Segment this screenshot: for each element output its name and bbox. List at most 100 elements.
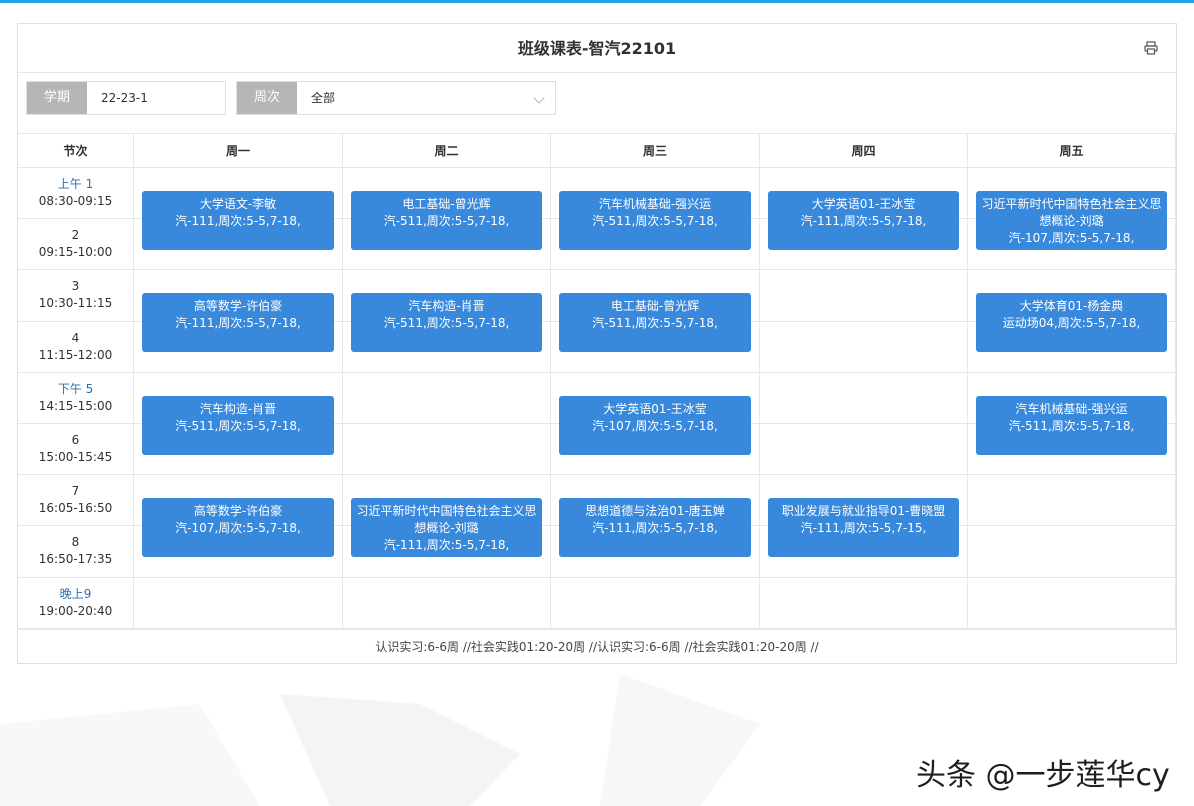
course-card[interactable]: 汽车机械基础-强兴运 汽-511,周次:5-5,7-18, bbox=[976, 395, 1167, 455]
course-name: 想概论-刘璐 bbox=[414, 521, 479, 536]
period-time: 16:50-17:35 bbox=[38, 552, 113, 567]
period-num: 7 bbox=[71, 484, 80, 499]
course-location: 汽-511,周次:5-5,7-18, bbox=[592, 214, 718, 228]
course-name: 职业发展与就业指导01-曹晓盟 bbox=[781, 504, 946, 519]
grid-line bbox=[1175, 168, 1176, 629]
period-number: 晚上9 bbox=[18, 586, 133, 603]
course-name: 大学英语01-王冰莹 bbox=[811, 197, 916, 211]
course-card[interactable]: 大学语文-李敏汽-111,周次:5-5,7-18, bbox=[142, 191, 334, 250]
course-card[interactable]: 大学英语01-王冰莹 汽-107,周次:5-5,7-18, bbox=[559, 395, 751, 455]
course-name: 习近平新时代中国特色社会主义思 bbox=[356, 504, 537, 519]
schedule-header: 班级课表-智汽22101 bbox=[18, 24, 1176, 73]
week-select[interactable]: 全部 bbox=[297, 82, 555, 114]
course-location: 汽-111,周次:5-5,7-18, bbox=[175, 214, 301, 228]
schedule-panel: 班级课表-智汽22101 学期 22-23-1 周次 全部 节次 周一 周二 周三 周四… bbox=[17, 23, 1177, 664]
course-location: 汽-511,周次:5-5,7-18, bbox=[1008, 418, 1135, 433]
filter-bar: 学期 22-23-1 周次 全部 bbox=[18, 73, 1176, 134]
period-time: 19:00-20:40 bbox=[38, 603, 113, 618]
term-filter[interactable]: 学期 22-23-1 bbox=[26, 81, 226, 115]
course-location: 汽-511,周次:5-5,7-18, bbox=[383, 214, 510, 228]
course-location: 汽-111,周次:5-5,7-15, bbox=[800, 521, 927, 536]
column-header-day: 周四 bbox=[760, 134, 968, 168]
course-card[interactable]: 大学英语01-王冰莹 汽-111,周次:5-5,7-18, bbox=[768, 191, 959, 250]
grid-line bbox=[134, 474, 1176, 476]
week-select-value: 全部 bbox=[311, 91, 336, 105]
period-num: 5 bbox=[81, 381, 94, 396]
course-card[interactable]: 大学体育01-杨金典 运动场04,周次:5-5,7-18, bbox=[976, 293, 1167, 353]
grid-line bbox=[550, 168, 551, 629]
course-name: 大学英语01-王冰莹 bbox=[603, 401, 707, 416]
course-card[interactable]: 高等数学-许伯豪汽-111,周次:5-5,7-18, bbox=[142, 293, 334, 353]
column-header-day: 周三 bbox=[551, 134, 760, 168]
period-number: 8 bbox=[18, 534, 133, 551]
period-num: 3 bbox=[71, 279, 80, 294]
course-location: 汽-511,周次:5-5,7-18, bbox=[383, 316, 510, 331]
period-time: 09:15-10:00 bbox=[38, 245, 113, 260]
course-name: 电工基础-曾光辉 bbox=[610, 299, 700, 314]
top-accent-bar bbox=[0, 0, 1194, 3]
course-card[interactable]: 电工基础-曾光辉汽-511,周次:5-5,7-18, bbox=[351, 191, 542, 250]
course-card[interactable]: 汽车机械基础-强兴运 汽-511,周次:5-5,7-18, bbox=[559, 191, 751, 250]
period-time: 08:30-09:15 bbox=[38, 194, 113, 208]
course-location: 汽-111,周次:5-5,7-18, bbox=[800, 214, 927, 228]
week-filter[interactable]: 周次 全部 bbox=[236, 81, 556, 115]
period-time: 16:05-16:50 bbox=[38, 501, 113, 516]
course-location: 汽-107,周次:5-5,7-18, bbox=[175, 521, 301, 536]
period-num: 6 bbox=[71, 433, 80, 447]
course-name: 大学语文-李敏 bbox=[199, 197, 277, 211]
column-header-period: 节次 bbox=[18, 134, 134, 168]
course-location: 汽-107,周次:5-5,7-18, bbox=[1008, 231, 1135, 245]
course-name: 汽车机械基础-强兴运 bbox=[598, 197, 712, 211]
course-card[interactable]: 电工基础-曾光辉汽-511,周次:5-5,7-18, bbox=[559, 293, 751, 353]
period-cell: 3 10:30-11:15 bbox=[18, 270, 134, 322]
course-name: 高等数学-许伯豪 bbox=[193, 504, 283, 519]
grid-line bbox=[967, 168, 968, 629]
course-location: 汽-511,周次:5-5,7-18, bbox=[592, 316, 718, 331]
course-location: 汽-107,周次:5-5,7-18, bbox=[592, 418, 718, 433]
period-number: 4 bbox=[18, 330, 133, 347]
period-number: 6 bbox=[18, 432, 133, 449]
print-icon[interactable] bbox=[1144, 41, 1158, 55]
course-name: 习近平新时代中国特色社会主义思 bbox=[981, 197, 1162, 211]
period-cell: 上午 1 08:30-09:15 bbox=[18, 168, 134, 220]
course-card[interactable]: 习近平新时代中国特色社会主义思 想概论-刘璐 汽-111,周次:5-5,7-18, bbox=[351, 498, 542, 558]
period-prefix: 下午 bbox=[57, 381, 82, 396]
period-cell: 4 11:15-12:00 bbox=[18, 321, 134, 373]
course-card[interactable]: 汽车构造-肖晋 汽-511,周次:5-5,7-18, bbox=[351, 293, 542, 353]
period-prefix: 晚上 bbox=[59, 586, 84, 601]
week-label: 周次 bbox=[237, 82, 297, 114]
course-name: 电工基础-曾光辉 bbox=[402, 197, 491, 211]
course-card[interactable]: 高等数学-许伯豪汽-107,周次:5-5,7-18, bbox=[142, 498, 334, 558]
course-name: 汽车构造-肖晋 bbox=[199, 401, 277, 416]
grid-line bbox=[759, 168, 760, 629]
course-card[interactable]: 职业发展与就业指导01-曹晓盟 汽-111,周次:5-5,7-15, bbox=[768, 498, 959, 558]
period-number: 7 bbox=[18, 483, 133, 500]
column-header-day: 周二 bbox=[343, 134, 551, 168]
period-number: 下午 5 bbox=[18, 381, 133, 398]
course-card[interactable]: 思想道德与法治01-唐玉婵 汽-111,周次:5-5,7-18, bbox=[559, 498, 751, 558]
column-header-day: 周一 bbox=[134, 134, 343, 168]
course-card[interactable]: 习近平新时代中国特色社会主义思 想概论-刘璐汽-107,周次:5-5,7-18, bbox=[976, 191, 1167, 250]
period-time: 15:00-15:45 bbox=[38, 450, 113, 464]
period-cell: 2 09:15-10:00 bbox=[18, 219, 134, 271]
course-name: 高等数学-许伯豪 bbox=[193, 299, 283, 314]
course-name: 想概论-刘璐 bbox=[1039, 214, 1104, 228]
period-num: 9 bbox=[83, 586, 92, 601]
column-header-day: 周五 bbox=[968, 134, 1176, 168]
watermark-text: 头条 @一步莲华cy bbox=[916, 758, 1170, 793]
grid-line bbox=[134, 576, 1176, 578]
grid-line bbox=[134, 269, 1176, 271]
period-number: 3 bbox=[18, 278, 133, 295]
course-card[interactable]: 汽车构造-肖晋 汽-511,周次:5-5,7-18, bbox=[142, 395, 334, 455]
period-num: 2 bbox=[71, 228, 80, 243]
period-time: 11:15-12:00 bbox=[38, 347, 113, 362]
term-input[interactable]: 22-23-1 bbox=[87, 82, 225, 114]
period-num: 1 bbox=[81, 177, 94, 191]
period-cell: 8 16:50-17:35 bbox=[18, 526, 134, 578]
practice-notes: 认识实习:6-6周 //社会实践01:20-20周 //认识实习:6-6周 //… bbox=[18, 629, 1176, 663]
period-time: 10:30-11:15 bbox=[38, 296, 113, 311]
period-cell: 7 16:05-16:50 bbox=[18, 475, 134, 527]
course-location: 汽-111,周次:5-5,7-18, bbox=[175, 316, 301, 331]
period-cell: 晚上9 19:00-20:40 bbox=[18, 577, 134, 629]
chevron-down-icon bbox=[533, 92, 545, 104]
